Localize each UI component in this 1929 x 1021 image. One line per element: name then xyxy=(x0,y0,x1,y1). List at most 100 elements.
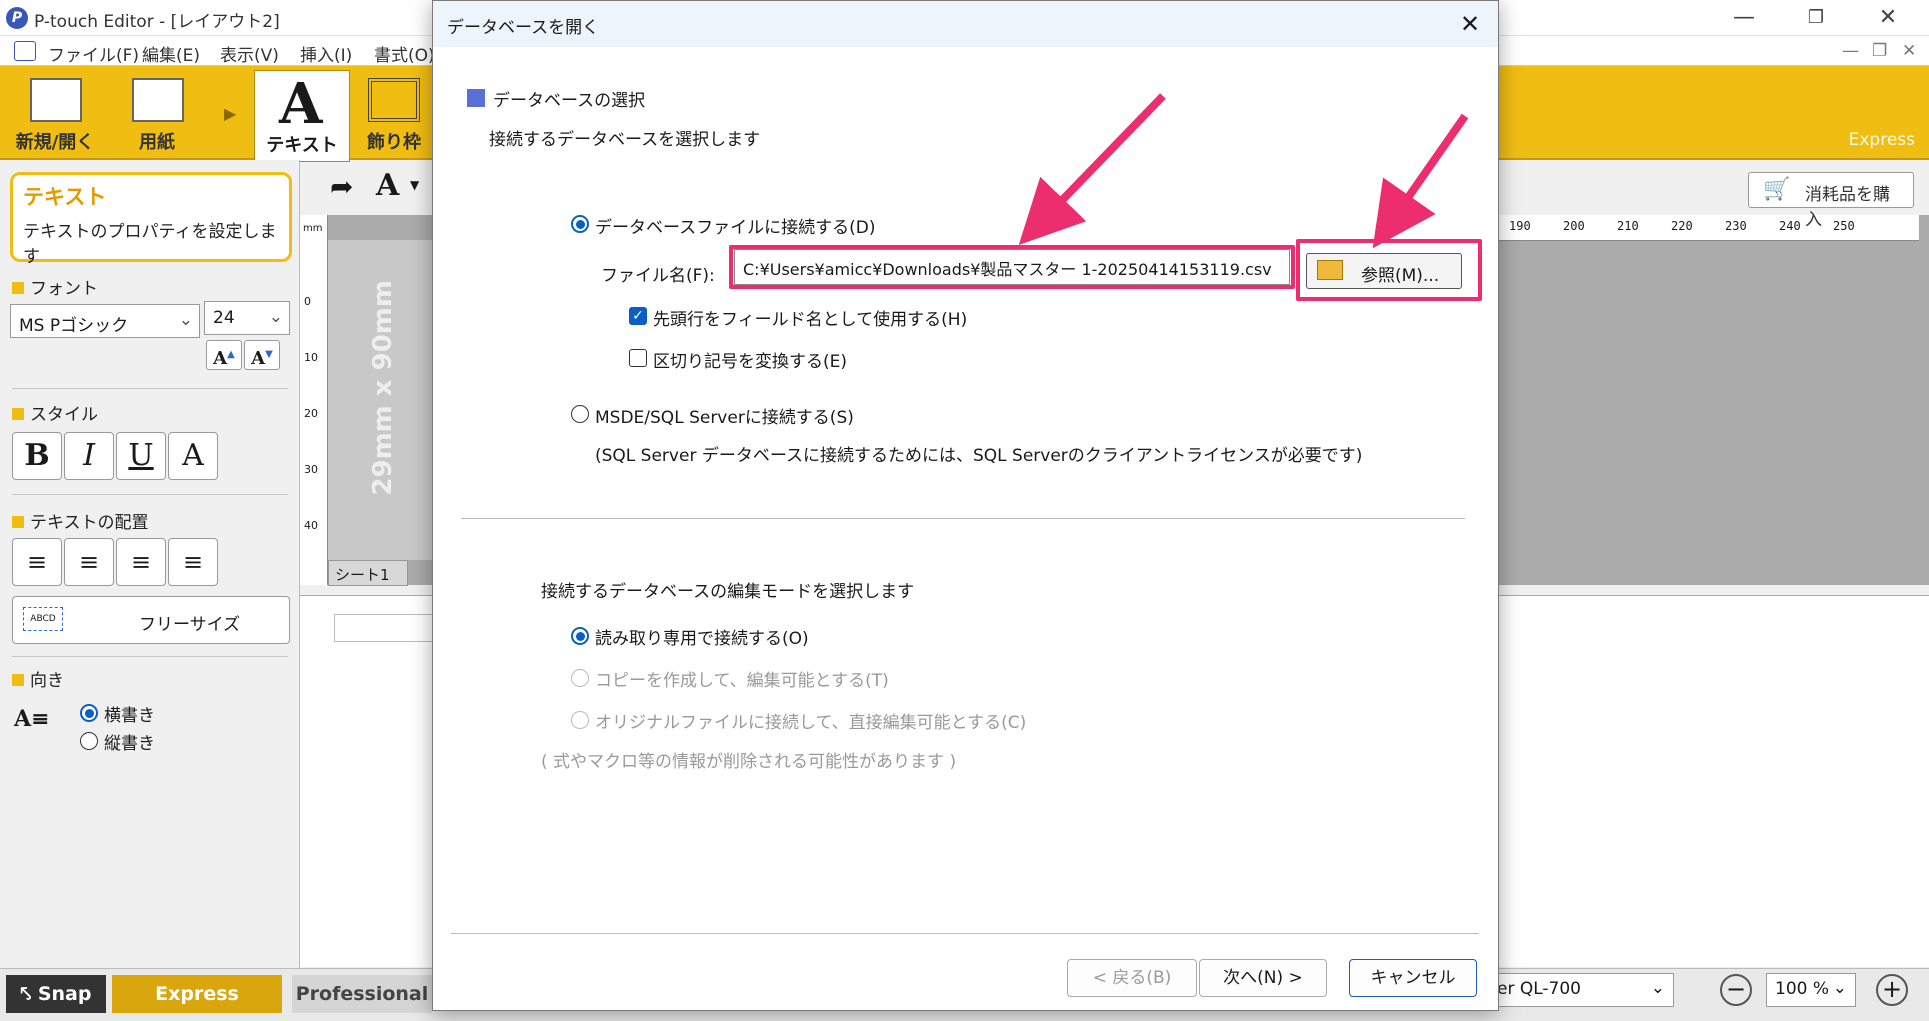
minimize-icon[interactable]: — xyxy=(1722,4,1766,32)
dialog-close-icon[interactable]: ✕ xyxy=(1450,7,1490,41)
style-section-label: スタイル xyxy=(12,400,98,425)
paper-icon xyxy=(132,78,184,122)
section-description: 接続するデータベースを選択します xyxy=(489,130,761,150)
ribbon-paper-button[interactable]: 用紙 xyxy=(108,70,206,158)
font-size-select[interactable]: 24 ⌄ xyxy=(204,301,290,335)
divider xyxy=(12,494,288,495)
professional-tab[interactable]: Professional xyxy=(292,975,432,1013)
align-right-icon[interactable]: ≡ xyxy=(116,538,166,586)
next-button[interactable]: 次へ(N) > xyxy=(1199,959,1327,997)
underline-button[interactable]: U xyxy=(116,432,166,480)
snap-icon: ⤣ xyxy=(20,983,38,1005)
snap-tab[interactable]: ⤣ Snap xyxy=(6,975,106,1013)
ribbon-mode-label: Express xyxy=(1848,130,1915,150)
cart-icon: 🛒 xyxy=(1763,177,1791,202)
object-field[interactable] xyxy=(334,614,444,642)
doc-minimize-icon[interactable]: — xyxy=(1842,41,1859,61)
ribbon-arrow-icon: ▶ xyxy=(224,104,237,123)
ribbon-new-open-button[interactable]: 新規/開く xyxy=(6,70,104,158)
chevron-down-icon: ⌄ xyxy=(178,310,193,330)
section-square-icon xyxy=(467,89,485,107)
db-file-label: データベースファイルに接続する(D) xyxy=(595,218,876,238)
label-size-text: 29mm x 90mm xyxy=(368,280,398,496)
copy-edit-label: コピーを作成して、編集可能とする(T) xyxy=(595,671,889,691)
app-logo-icon: P xyxy=(6,7,28,29)
align-center-icon[interactable]: ≡ xyxy=(64,538,114,586)
menu-format[interactable]: 書式(O) xyxy=(374,41,435,66)
ribbon-frame-button[interactable]: 飾り枠 xyxy=(354,70,434,158)
doc-restore-icon[interactable]: ❐ xyxy=(1872,41,1887,61)
orientation-section-label: 向き xyxy=(12,666,64,691)
zoom-select[interactable]: 100 % ⌄ xyxy=(1766,973,1856,1007)
copy-edit-radio[interactable] xyxy=(571,669,589,687)
maximize-icon[interactable]: ❐ xyxy=(1794,4,1838,32)
header-row-label: 先頭行をフィールド名として使用する(H) xyxy=(653,310,968,330)
card-title: テキスト xyxy=(23,185,107,209)
macro-warning-note: ( 式やマクロ等の情報が削除される可能性があります ) xyxy=(541,752,957,772)
font-name-select[interactable]: MS Pゴシック ⌄ xyxy=(10,304,200,338)
frame-icon xyxy=(368,78,420,122)
doc-close-icon[interactable]: ✕ xyxy=(1902,41,1916,61)
draw-toolbox: ➦ A ▼ xyxy=(330,168,430,208)
divider xyxy=(12,656,288,657)
delimiter-checkbox[interactable] xyxy=(629,349,647,367)
horizontal-radio[interactable] xyxy=(80,704,98,722)
file-name-label: ファイル名(F): xyxy=(601,266,715,286)
menu-file[interactable]: ファイル(F) xyxy=(48,41,139,66)
menu-view[interactable]: 表示(V) xyxy=(220,41,279,66)
text-a-icon: A xyxy=(279,71,323,137)
text-properties-card: テキスト テキストのプロパティを設定します xyxy=(10,172,292,267)
open-database-dialog: データベースを開く ✕ データベースの選択 接続するデータベースを選択します デ… xyxy=(432,0,1499,1011)
file-path-input[interactable]: C:¥Users¥amicc¥Downloads¥製品マスター 1-202504… xyxy=(734,249,1290,285)
vertical-ruler: mm 0 10 20 30 40 xyxy=(300,215,328,585)
text-effect-button[interactable]: A xyxy=(168,432,218,480)
horizontal-ruler: 190 200 210 220 230 240 250 xyxy=(1499,215,1919,241)
db-file-radio[interactable] xyxy=(571,215,589,233)
express-tab[interactable]: Express xyxy=(112,975,282,1013)
original-edit-radio[interactable] xyxy=(571,711,589,729)
font-grow-button[interactable]: A▲ xyxy=(206,340,242,370)
menu-edit[interactable]: 編集(E) xyxy=(142,41,200,66)
sheet-tab[interactable]: シート1 xyxy=(328,560,408,586)
vertical-radio[interactable] xyxy=(80,732,98,750)
align-left-icon[interactable]: ≡ xyxy=(12,538,62,586)
sql-server-label: MSDE/SQL Serverに接続する(S) xyxy=(595,408,854,428)
sql-server-radio[interactable] xyxy=(571,405,589,423)
dropdown-arrow-icon[interactable]: ▼ xyxy=(410,178,419,192)
font-shrink-button[interactable]: A▼ xyxy=(244,340,280,370)
back-button[interactable]: < 戻る(B) xyxy=(1067,959,1197,997)
browse-button[interactable]: 参照(M)... xyxy=(1306,253,1462,289)
text-tool-icon[interactable]: A xyxy=(376,168,399,203)
header-row-checkbox[interactable]: ✓ xyxy=(629,307,647,325)
italic-button[interactable]: I xyxy=(64,432,114,480)
edit-mode-description: 接続するデータベースの編集モードを選択します xyxy=(541,582,915,602)
app-title: P-touch Editor - [レイアウト2] xyxy=(34,12,280,32)
printer-select[interactable]: er QL-700 ⌄ xyxy=(1488,973,1674,1007)
zoom-out-icon[interactable]: − xyxy=(1720,974,1752,1006)
card-description: テキストのプロパティを設定します xyxy=(23,222,277,267)
buy-supplies-button[interactable]: 🛒 消耗品を購入 xyxy=(1748,172,1914,230)
zoom-in-icon[interactable]: + xyxy=(1876,974,1908,1006)
chevron-down-icon: ⌄ xyxy=(1832,978,1847,998)
document-icon xyxy=(14,41,36,61)
readonly-label: 読み取り専用で接続する(O) xyxy=(595,629,809,649)
new-document-icon xyxy=(30,78,82,122)
delimiter-label: 区切り記号を変換する(E) xyxy=(653,352,848,372)
readonly-radio[interactable] xyxy=(571,627,589,645)
cancel-button[interactable]: キャンセル xyxy=(1349,959,1477,997)
close-icon[interactable]: ✕ xyxy=(1866,4,1910,32)
free-size-button[interactable]: ABCD フリーサイズ xyxy=(12,596,290,644)
divider xyxy=(451,933,1479,934)
align-justify-icon[interactable]: ≡ xyxy=(168,538,218,586)
select-arrow-icon[interactable]: ➦ xyxy=(330,170,353,203)
bold-button[interactable]: B xyxy=(12,432,62,480)
label-area[interactable]: 29mm x 90mm xyxy=(328,240,444,560)
menu-insert[interactable]: 挿入(I) xyxy=(300,41,352,66)
ribbon-text-button[interactable]: A テキスト xyxy=(254,70,350,162)
property-panel: テキスト テキストのプロパティを設定します フォント MS Pゴシック ⌄ 24 ⌄… xyxy=(0,160,300,968)
divider xyxy=(12,388,288,389)
dialog-titlebar: データベースを開く ✕ xyxy=(433,1,1498,47)
section-title: データベースの選択 xyxy=(493,91,646,111)
orientation-icon: A≡ xyxy=(14,706,50,732)
font-section-label: フォント xyxy=(12,274,98,299)
